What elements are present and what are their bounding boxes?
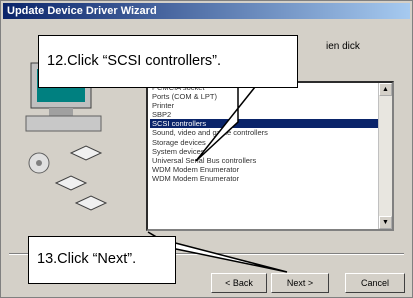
device-list-item[interactable]: Sound, video and game controllers xyxy=(150,128,380,137)
device-list-item[interactable]: Storage devices xyxy=(150,138,380,147)
window-title: Update Device Driver Wizard xyxy=(3,3,410,19)
vertical-scrollbar[interactable]: ▲ ▼ xyxy=(378,83,392,229)
device-list-item[interactable]: System devices xyxy=(150,147,380,156)
back-button[interactable]: < Back xyxy=(211,273,267,293)
device-list-item[interactable]: WDM Modem Enumerator xyxy=(150,174,380,183)
callout-step-13-text: 13.Click “Next”. xyxy=(37,251,137,267)
device-list-item[interactable]: SBP2 xyxy=(150,110,380,119)
device-list-item[interactable]: WDM Modem Enumerator xyxy=(150,165,380,174)
device-list-item[interactable]: SCSI controllers xyxy=(150,119,380,129)
callout-step-13: 13.Click “Next”. xyxy=(28,236,176,284)
cancel-button[interactable]: Cancel xyxy=(345,273,405,293)
scroll-up-icon[interactable]: ▲ xyxy=(379,83,392,96)
callout-step-12-text: 12.Click “SCSI controllers”. xyxy=(47,53,222,69)
device-list-item[interactable]: Printer xyxy=(150,101,380,110)
instruction-text: ien dick xyxy=(326,41,360,52)
device-list-item[interactable]: Universal Serial Bus controllers xyxy=(150,156,380,165)
scroll-down-icon[interactable]: ▼ xyxy=(379,216,392,229)
device-listbox[interactable]: PCMCIA socketPorts (COM & LPT)PrinterSBP… xyxy=(146,81,394,231)
next-button[interactable]: Next > xyxy=(271,273,329,293)
device-list-item[interactable]: Ports (COM & LPT) xyxy=(150,92,380,101)
callout-step-12: 12.Click “SCSI controllers”. xyxy=(38,35,298,88)
